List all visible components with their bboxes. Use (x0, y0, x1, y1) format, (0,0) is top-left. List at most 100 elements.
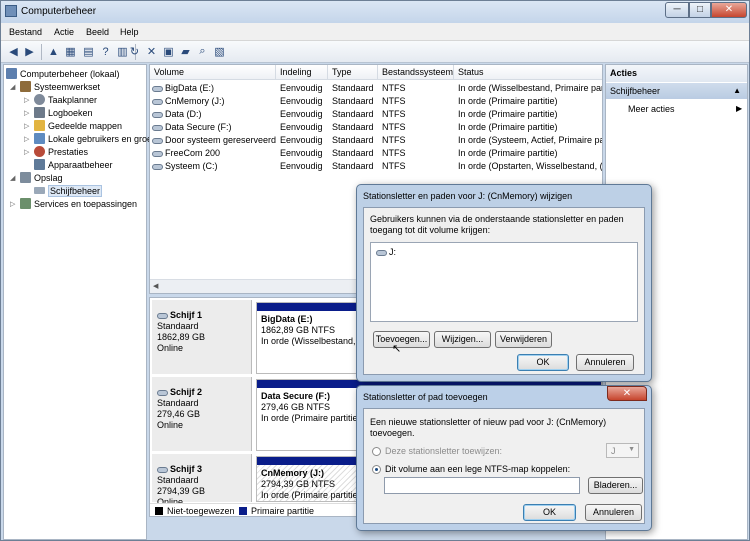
column-header-status[interactable]: Status (454, 65, 602, 80)
disk-info[interactable]: Schijf 3 Standaard 2794,39 GB Online (152, 454, 252, 507)
show-tree-icon[interactable]: ▦ (63, 44, 78, 59)
maximize-button[interactable]: □ (689, 2, 711, 18)
tree-item-schijfbeheer[interactable]: Schijfbeheer (34, 184, 103, 197)
more-actions-link[interactable]: Meer acties (628, 104, 675, 114)
expand-arrow-icon[interactable]: ▷ (24, 135, 32, 143)
assign-letter-label: Deze stationsletter toewijzen: (385, 446, 503, 456)
ok-button[interactable]: OK (517, 354, 569, 371)
log-icon (34, 107, 45, 118)
app-icon (5, 5, 17, 17)
change-drive-letter-dialog: Stationsletter en paden voor J: (CnMemor… (356, 184, 652, 382)
disk-info[interactable]: Schijf 2 Standaard 279,46 GB Online (152, 377, 252, 451)
menu-bestand[interactable]: Bestand (9, 27, 42, 37)
table-row[interactable]: FreeCom 200 Eenvoudig Standaard NTFS In … (150, 147, 602, 160)
mount-folder-label: Dit volume aan een lege NTFS-map koppele… (385, 464, 571, 474)
up-folder-icon[interactable]: ▲ (46, 44, 61, 59)
users-icon (34, 133, 45, 144)
tree-item-services[interactable]: ▷ Services en toepassingen (10, 197, 137, 210)
remove-button[interactable]: Verwijderen (495, 331, 552, 348)
expand-arrow-icon[interactable]: ▷ (10, 200, 18, 208)
tree-item-apparaatbeheer[interactable]: Apparaatbeheer (34, 158, 113, 171)
volume-icon (152, 137, 163, 144)
change-button[interactable]: Wijzigen... (434, 331, 491, 348)
folder-path-input[interactable] (384, 477, 580, 494)
search-icon[interactable]: ⌕ (195, 44, 210, 59)
assign-letter-radio[interactable] (372, 447, 381, 456)
expand-arrow-icon[interactable]: ▷ (24, 122, 32, 130)
disk-icon (157, 312, 168, 319)
title-bar[interactable]: Computerbeheer ─ □ ✕ (1, 1, 749, 23)
drive-icon (376, 249, 387, 256)
table-row[interactable]: CnMemory (J:) Eenvoudig Standaard NTFS I… (150, 95, 602, 108)
tree-item-systeemwerkset[interactable]: ◢ Systeemwerkset (10, 80, 100, 93)
chevron-right-icon[interactable]: ▶ (736, 104, 742, 113)
dialog-body: Een nieuwe stationsletter of nieuw pad v… (363, 408, 645, 524)
expand-arrow-icon[interactable]: ▷ (24, 109, 32, 117)
drive-letter-select[interactable]: J ▼ (606, 443, 639, 458)
collapse-arrow-icon[interactable]: ◢ (10, 174, 18, 182)
dialog-body: Gebruikers kunnen via de onderstaande st… (363, 207, 645, 375)
actions-section-schijfbeheer[interactable]: Schijfbeheer ▲ (606, 83, 747, 99)
minimize-button[interactable]: ─ (665, 2, 689, 18)
tree-item-gedeelde-mappen[interactable]: ▷ Gedeelde mappen (24, 119, 122, 132)
tree-item-lokale-gebruikers[interactable]: ▷ Lokale gebruikers en groepen (24, 132, 167, 145)
volume-icon (152, 98, 163, 105)
tree-item-computerbeheer[interactable]: Computerbeheer (lokaal) (6, 67, 120, 80)
column-header-indeling[interactable]: Indeling (276, 65, 328, 80)
performance-icon (34, 146, 45, 157)
table-row[interactable]: Door systeem gereserveerd Eenvoudig Stan… (150, 134, 602, 147)
tree-item-logboeken[interactable]: ▷ Logboeken (24, 106, 93, 119)
column-header-bestandssysteem[interactable]: Bestandssysteem (378, 65, 454, 80)
dialog-title: Stationsletter en paden voor J: (CnMemor… (363, 191, 573, 201)
add-button[interactable]: Toevoegen... (373, 331, 430, 348)
volume-icon (152, 163, 163, 170)
tree-item-prestaties[interactable]: ▷ Prestaties (24, 145, 88, 158)
paths-list[interactable]: J: (370, 242, 638, 322)
cancel-button[interactable]: Annuleren (576, 354, 634, 371)
disk-info[interactable]: Schijf 1 Standaard 1862,89 GB Online (152, 300, 252, 374)
open-folder-icon[interactable]: ▰ (178, 44, 193, 59)
column-header-volume[interactable]: Volume (150, 65, 276, 80)
collapse-arrow-icon[interactable]: ◢ (10, 83, 18, 91)
chevron-down-icon[interactable]: ▼ (628, 446, 635, 453)
toolbar: ◀ ▶ ▲ ▦ ▤ ? ▥ ↻ ✕ ▣ ▰ ⌕ ▧ (1, 41, 749, 63)
forward-arrow-icon[interactable]: ▶ (22, 44, 37, 59)
mount-folder-radio[interactable] (372, 465, 381, 474)
unallocated-swatch (155, 507, 163, 515)
tree-item-opslag[interactable]: ◢ Opslag (10, 171, 63, 184)
computer-icon (6, 68, 17, 79)
close-button[interactable]: ✕ (607, 386, 647, 401)
services-icon (20, 198, 31, 209)
table-row[interactable]: Data Secure (F:) Eenvoudig Standaard NTF… (150, 121, 602, 134)
primary-partition-swatch (239, 507, 247, 515)
expand-arrow-icon[interactable]: ▷ (24, 96, 32, 104)
expand-arrow-icon[interactable]: ▷ (24, 148, 32, 156)
properties-sheet-icon[interactable]: ▣ (161, 44, 176, 59)
menu-bar: Bestand Actie Beeld Help (1, 23, 749, 41)
volume-icon (152, 85, 163, 92)
refresh-icon[interactable]: ↻ (127, 44, 142, 59)
help-icon[interactable]: ? (98, 44, 113, 59)
dialog-description: Gebruikers kunnen via de onderstaande st… (370, 214, 624, 235)
table-row[interactable]: Systeem (C:) Eenvoudig Standaard NTFS In… (150, 160, 602, 173)
add-drive-letter-dialog: Stationsletter of pad toevoegen ✕ Een ni… (356, 385, 652, 531)
tree-item-taakplanner[interactable]: ▷ Taakplanner (24, 93, 97, 106)
scroll-left-icon[interactable]: ◀ (153, 282, 158, 290)
ok-button[interactable]: OK (523, 504, 576, 521)
menu-actie[interactable]: Actie (54, 27, 74, 37)
menu-beeld[interactable]: Beeld (86, 27, 109, 37)
back-arrow-icon[interactable]: ◀ (6, 44, 21, 59)
volume-icon (152, 124, 163, 131)
table-row[interactable]: Data (D:) Eenvoudig Standaard NTFS In or… (150, 108, 602, 121)
close-button[interactable]: ✕ (711, 2, 747, 18)
properties-icon[interactable]: ▤ (81, 44, 96, 59)
table-row[interactable]: BigData (E:) Eenvoudig Standaard NTFS In… (150, 82, 602, 95)
menu-help[interactable]: Help (120, 27, 139, 37)
cancel-button[interactable]: Annuleren (585, 504, 642, 521)
collapse-up-icon[interactable]: ▲ (733, 86, 741, 95)
browse-button[interactable]: Bladeren... (588, 477, 643, 494)
list-item[interactable]: J: (376, 247, 396, 257)
rescan-disks-icon[interactable]: ▧ (212, 44, 227, 59)
delete-icon[interactable]: ✕ (144, 44, 159, 59)
column-header-type[interactable]: Type (328, 65, 378, 80)
